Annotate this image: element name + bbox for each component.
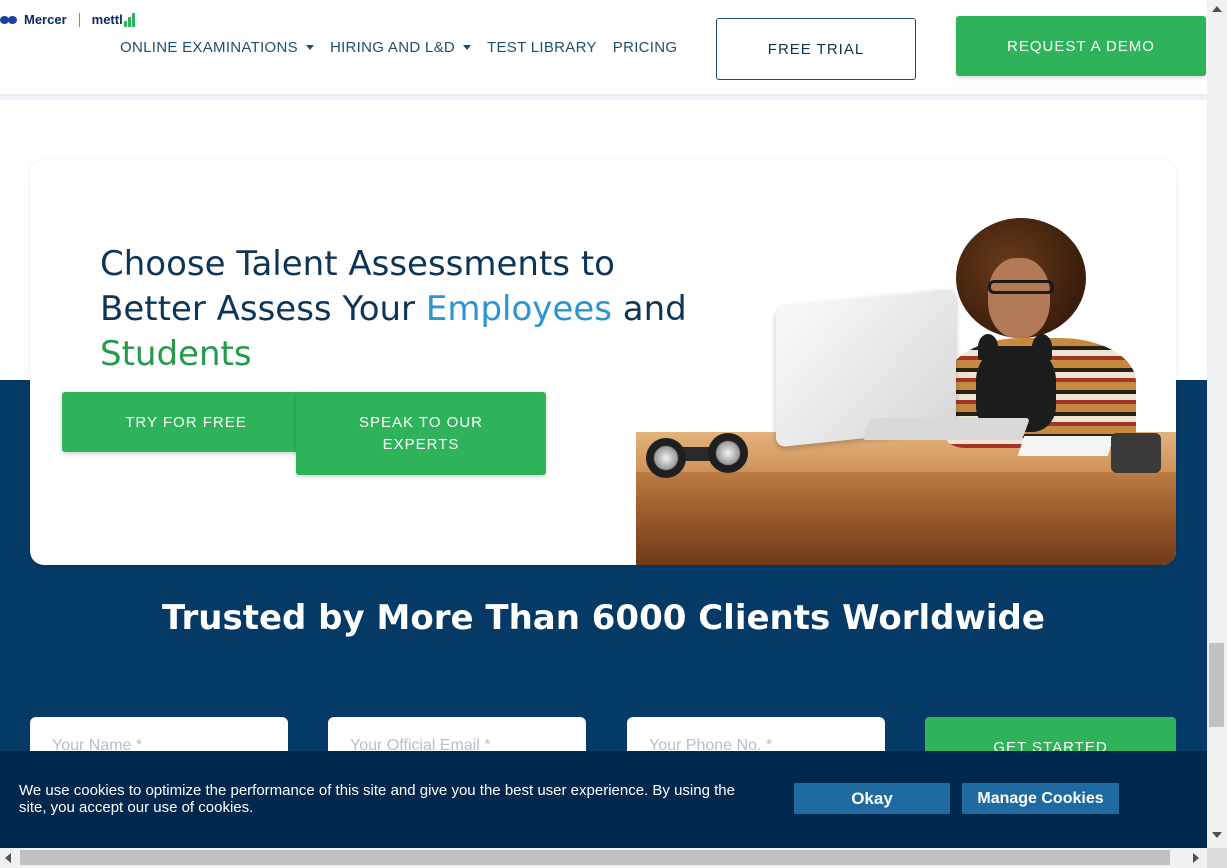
nav-label: ONLINE EXAMINATIONS — [120, 39, 298, 56]
hero-title-students: Students — [100, 334, 252, 374]
nav-label: PRICING — [612, 39, 678, 56]
nav-label: HIRING AND L&D — [329, 39, 456, 56]
trusted-heading: Trusted by More Than 6000 Clients Worldw… — [162, 598, 1045, 638]
site-header: Mercer mettl ONLINE EXAMINATIONS HIRING … — [0, 0, 1207, 96]
hero-illustration — [636, 218, 1176, 565]
nav-online-examinations[interactable]: ONLINE EXAMINATIONS — [120, 39, 314, 56]
logo-divider — [78, 12, 80, 27]
scrollbar-corner — [1207, 848, 1227, 868]
logo-mettl-label: mettl — [91, 12, 123, 27]
mercer-logo-icon — [0, 14, 18, 26]
free-trial-button[interactable]: FREE TRIAL — [716, 18, 916, 80]
speak-to-experts-button[interactable]: SPEAK TO OUR EXPERTS — [296, 392, 546, 475]
laptop-base-shape — [861, 418, 1031, 440]
main-nav: ONLINE EXAMINATIONS HIRING AND L&D TEST … — [120, 39, 693, 56]
scroll-left-arrow-icon[interactable] — [5, 853, 11, 863]
logo-mercer-text: Mercer — [24, 12, 67, 27]
headphones-cup — [646, 438, 686, 478]
scroll-right-arrow-icon[interactable] — [1193, 853, 1199, 863]
brand-logo[interactable]: Mercer mettl — [0, 12, 138, 27]
header-divider — [0, 96, 1207, 100]
paper-shape — [1017, 436, 1115, 456]
logo-mettl-text: mettl — [92, 12, 138, 27]
nav-test-library[interactable]: TEST LIBRARY — [487, 39, 597, 56]
scroll-down-arrow-icon[interactable] — [1212, 832, 1222, 838]
nav-hiring-and-ld[interactable]: HIRING AND L&D — [329, 39, 472, 56]
horizontal-scrollbar[interactable] — [0, 848, 1207, 868]
scroll-up-arrow-icon[interactable] — [1212, 6, 1222, 12]
person-face-shape — [988, 258, 1050, 338]
try-for-free-button[interactable]: TRY FOR FREE — [62, 392, 310, 452]
mettl-bars-icon — [123, 13, 138, 27]
cookie-banner: We use cookies to optimize the performan… — [0, 751, 1207, 848]
hero-card: Choose Talent Assessments to Better Asse… — [30, 160, 1176, 565]
chevron-down-icon — [305, 45, 314, 50]
headphones-cup — [708, 433, 748, 473]
nav-pricing[interactable]: PRICING — [613, 39, 678, 56]
manage-cookies-button[interactable]: Manage Cookies — [962, 783, 1119, 814]
glasses-shape — [988, 280, 1054, 294]
cookie-message: We use cookies to optimize the performan… — [19, 782, 735, 816]
hero-title-employees: Employees — [425, 289, 612, 329]
chair-shape — [1111, 433, 1161, 473]
headphones-icon — [646, 433, 756, 483]
hero-title: Choose Talent Assessments to Better Asse… — [100, 242, 720, 377]
request-demo-button[interactable]: REQUEST A DEMO — [956, 16, 1206, 76]
chevron-down-icon — [463, 45, 472, 50]
horizontal-scroll-thumb[interactable] — [20, 850, 1170, 865]
vertical-scroll-thumb[interactable] — [1209, 643, 1224, 727]
nav-label: TEST LIBRARY — [487, 39, 597, 56]
cookie-okay-button[interactable]: Okay — [794, 783, 950, 814]
vertical-scrollbar[interactable] — [1207, 0, 1227, 848]
